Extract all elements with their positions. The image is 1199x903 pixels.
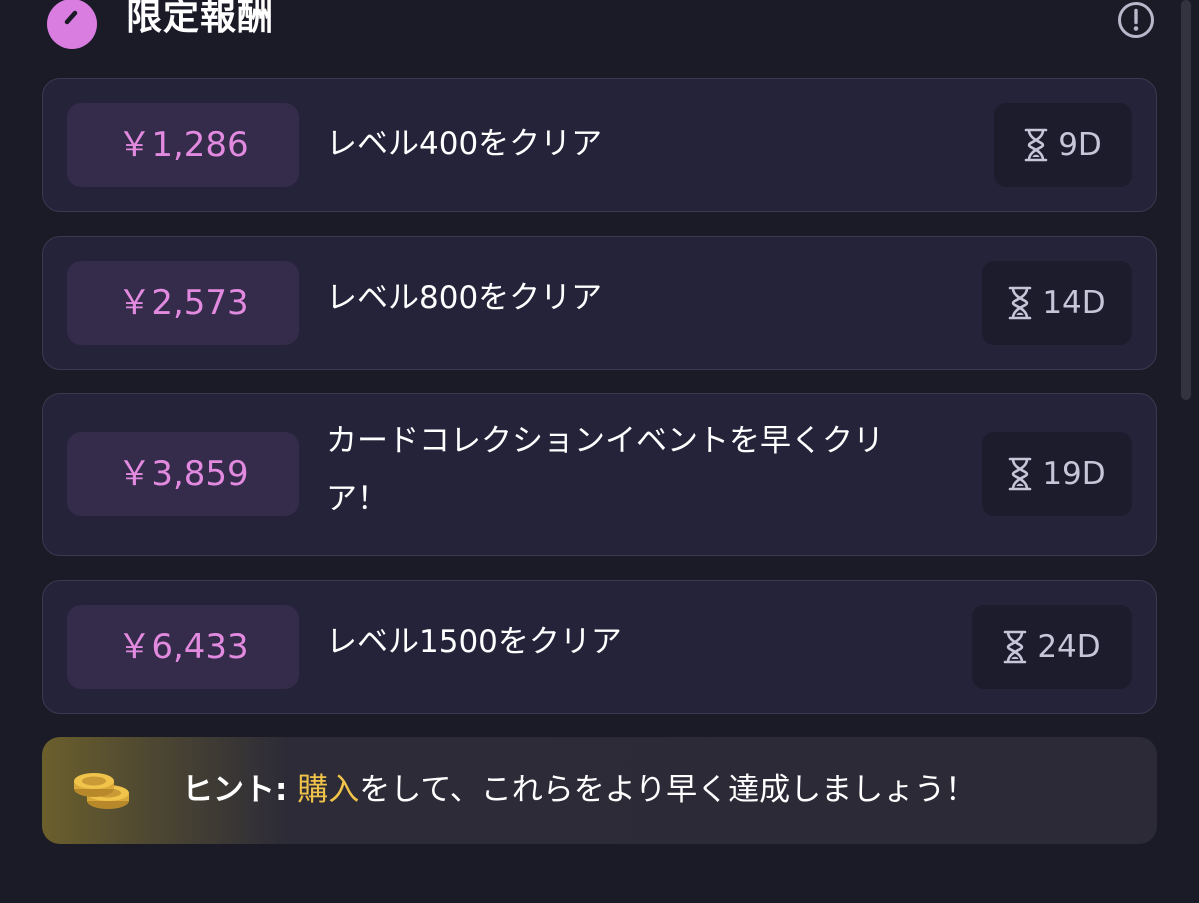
hint-label: ヒント: [182,772,288,808]
time-label: 24D [1037,629,1101,665]
reward-task: レベル1500をクリア [326,624,622,660]
purchase-link[interactable]: 購入 [297,772,359,808]
header: 限定報酬 [0,0,1199,60]
hourglass-icon [1009,457,1032,491]
reward-time-remaining: 14D [982,261,1132,345]
reward-task: レベル800をクリア [326,280,603,316]
reward-time-remaining: 24D [972,605,1132,689]
scrollbar[interactable] [1181,0,1191,400]
reward-time-remaining: 19D [982,432,1132,516]
time-label: 19D [1042,456,1106,492]
coins-icon [74,773,129,809]
timer-icon [47,0,97,49]
section-title: 限定報酬 [126,0,275,38]
reward-card[interactable]: ￥3,859 カードコレクションイベントを早くクリア！ 19D [42,393,1157,556]
hint-banner[interactable]: ヒント: 購入をして、これらをより早く達成しましょう！ [42,737,1157,844]
reward-price: ￥3,859 [67,432,299,516]
hint-text: ヒント: 購入をして、これらをより早く達成しましょう！ [182,737,976,844]
reward-price: ￥2,573 [67,261,299,345]
time-label: 9D [1058,127,1102,163]
reward-card[interactable]: ￥6,433 レベル1500をクリア 24D [42,580,1157,714]
hourglass-icon [1004,630,1027,664]
hourglass-icon [1009,286,1032,320]
hint-message: をして、これらをより早く達成しましょう！ [359,772,977,808]
reward-card[interactable]: ￥1,286 レベル400をクリア 9D [42,78,1157,212]
reward-price: ￥6,433 [67,605,299,689]
reward-task: レベル400をクリア [326,126,603,162]
time-label: 14D [1042,285,1106,321]
reward-time-remaining: 9D [994,103,1132,187]
reward-task: カードコレクションイベントを早くクリア！ [326,423,884,517]
hourglass-icon [1024,128,1048,162]
reward-price: ￥1,286 [67,103,299,187]
info-icon[interactable] [1116,0,1156,40]
reward-card[interactable]: ￥2,573 レベル800をクリア 14D [42,236,1157,370]
